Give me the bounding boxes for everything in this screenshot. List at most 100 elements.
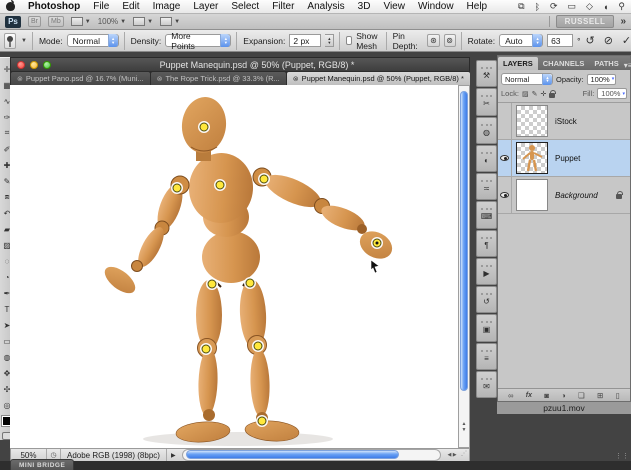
notes-icon[interactable]: ≡: [476, 343, 497, 370]
close-tab-icon[interactable]: ⊗: [17, 75, 23, 83]
lock-all-icon[interactable]: [549, 93, 555, 98]
puppet-pin-left-shoulder[interactable]: [173, 184, 182, 193]
puppet-warp-pin-icon[interactable]: [4, 33, 16, 49]
menu-help[interactable]: Help: [467, 1, 488, 12]
menu-edit[interactable]: Edit: [122, 1, 139, 12]
view-extras-dropdown[interactable]: ▼: [71, 17, 91, 26]
lock-transparency-icon[interactable]: ▨: [522, 90, 529, 98]
menu-filter[interactable]: Filter: [272, 1, 294, 12]
brush-panel-icon[interactable]: ⚒: [476, 60, 497, 87]
display-icon[interactable]: ▭: [568, 1, 577, 12]
visibility-cell[interactable]: [498, 140, 512, 176]
arrange-documents-dropdown[interactable]: ▼: [133, 17, 153, 26]
new-group-icon[interactable]: ❏: [578, 391, 585, 400]
adjustment-layer-icon[interactable]: ◑: [561, 391, 566, 400]
menu-analysis[interactable]: Analysis: [307, 1, 344, 12]
puppet-pin-right-hip[interactable]: [246, 279, 255, 288]
styles-icon[interactable]: ◍: [476, 117, 497, 144]
delete-layer-icon[interactable]: ▯: [616, 391, 620, 400]
mini-bridge-tab[interactable]: MINI BRIDGE: [10, 459, 74, 470]
window-resize-grip[interactable]: ⋰: [461, 450, 469, 460]
tool-preset-caret[interactable]: ▼: [21, 38, 27, 44]
lock-pixels-icon[interactable]: ✎: [532, 90, 538, 98]
menu-image[interactable]: Image: [153, 1, 181, 12]
puppet-pin-head[interactable]: [200, 123, 209, 132]
horizontal-scrollbar-buttons[interactable]: ◀ ▶: [443, 452, 461, 458]
layer-comps-icon[interactable]: ▣: [476, 314, 497, 341]
menu-window[interactable]: Window: [418, 1, 454, 12]
close-tab-icon[interactable]: ⊗: [293, 75, 299, 83]
shape-icon[interactable]: ◇: [586, 1, 593, 12]
screen-mode-dropdown[interactable]: ▼: [160, 17, 180, 26]
canvas[interactable]: [10, 85, 458, 448]
layer-thumbnail[interactable]: [516, 179, 548, 211]
rotate-dropdown[interactable]: Auto▲▼: [499, 34, 543, 47]
layer-thumbnail[interactable]: [516, 105, 548, 137]
puppet-pin-right-hand[interactable]: [373, 239, 382, 248]
document-tab-2[interactable]: ⊗Puppet Manequin.psd @ 50% (Puppet, RGB/…: [287, 72, 470, 85]
menu-layer[interactable]: Layer: [193, 1, 218, 12]
expansion-input[interactable]: 2 px: [289, 34, 321, 47]
spotlight-icon[interactable]: ⚲: [618, 1, 625, 12]
panel-menu-icon[interactable]: ▾≡: [624, 61, 631, 70]
puppet-pin-chest[interactable]: [216, 181, 225, 190]
vertical-scrollbar-buttons[interactable]: ▲▼: [459, 421, 469, 433]
bluetooth-icon[interactable]: ᛒ: [535, 2, 540, 12]
menu-view[interactable]: View: [383, 1, 405, 12]
layer-row-background[interactable]: Background: [498, 177, 630, 214]
puppet-pin-left-hip[interactable]: [208, 280, 217, 289]
horizontal-scrollbar-thumb[interactable]: [186, 450, 400, 459]
layer-thumbnail[interactable]: [516, 142, 548, 174]
apple-menu-icon[interactable]: [6, 2, 15, 11]
pin-depth-forward-icon[interactable]: ⊛: [427, 34, 439, 47]
close-tab-icon[interactable]: ⊗: [157, 75, 163, 83]
layer-style-icon[interactable]: fx: [526, 392, 532, 399]
visibility-cell[interactable]: [498, 103, 512, 139]
expansion-stepper[interactable]: ▲▼: [325, 34, 334, 47]
fill-dropdown[interactable]: 100%▾: [597, 88, 627, 99]
status-menu-arrow[interactable]: ▶: [166, 449, 180, 461]
clone-source-icon[interactable]: ⌨: [476, 201, 497, 228]
workspace-button[interactable]: RUSSELL: [556, 15, 615, 28]
puppet-pin-left-knee[interactable]: [202, 345, 211, 354]
blend-mode-dropdown[interactable]: Normal▲▼: [501, 73, 553, 85]
layer-row-puppet[interactable]: Puppet: [498, 140, 630, 177]
pin-depth-backward-icon[interactable]: ⊚: [444, 34, 456, 47]
document-tab-0[interactable]: ⊗Puppet Pano.psd @ 16.7% (Muni...: [11, 72, 150, 85]
character-icon[interactable]: ¶: [476, 230, 497, 257]
vertical-scrollbar-thumb[interactable]: [460, 91, 468, 391]
menu-photoshop[interactable]: Photoshop: [28, 1, 80, 12]
document-title-bar[interactable]: Puppet Manequin.psd @ 50% (Puppet, RGB/8…: [10, 57, 470, 71]
eye-icon[interactable]: [500, 155, 509, 161]
close-window-button[interactable]: [17, 61, 25, 69]
zoom-window-button[interactable]: [43, 61, 51, 69]
adjustments-icon[interactable]: ◐: [476, 145, 497, 172]
history-icon[interactable]: ↺: [476, 286, 497, 313]
puppet-pin-right-ankle[interactable]: [258, 417, 267, 426]
visibility-cell[interactable]: [498, 177, 512, 213]
menu-3d[interactable]: 3D: [358, 1, 371, 12]
tool-presets-icon[interactable]: ✂: [476, 88, 497, 115]
zoom-level-dropdown[interactable]: 100%▼: [98, 17, 126, 26]
menu-select[interactable]: Select: [231, 1, 259, 12]
mode-dropdown[interactable]: Normal▲▼: [67, 34, 119, 47]
lock-position-icon[interactable]: ✛: [540, 90, 546, 98]
layer-row-istock[interactable]: iStock: [498, 103, 630, 140]
volume-icon[interactable]: ◖: [603, 2, 608, 12]
density-dropdown[interactable]: More Points▲▼: [165, 34, 231, 47]
sync-icon[interactable]: ⟳: [550, 1, 558, 12]
puppet-pin-right-knee[interactable]: [254, 342, 263, 351]
commit-icon[interactable]: ✓: [622, 34, 631, 47]
panel-tab-channels[interactable]: CHANNELS: [538, 57, 590, 70]
minibridge-button[interactable]: Mb: [48, 16, 64, 27]
app-switcher-icon[interactable]: ⧉: [518, 1, 524, 12]
puppet-pin-right-shoulder[interactable]: [260, 175, 269, 184]
eye-icon[interactable]: [500, 192, 509, 198]
opacity-dropdown[interactable]: 100%▾: [587, 74, 617, 85]
actions-icon[interactable]: ▶: [476, 258, 497, 285]
show-mesh-checkbox[interactable]: [346, 36, 352, 45]
reset-icon[interactable]: ↺: [585, 34, 594, 47]
cancel-icon[interactable]: ⊘: [604, 34, 613, 47]
vertical-scrollbar[interactable]: ▲▼: [458, 85, 470, 448]
menu-file[interactable]: File: [93, 1, 109, 12]
